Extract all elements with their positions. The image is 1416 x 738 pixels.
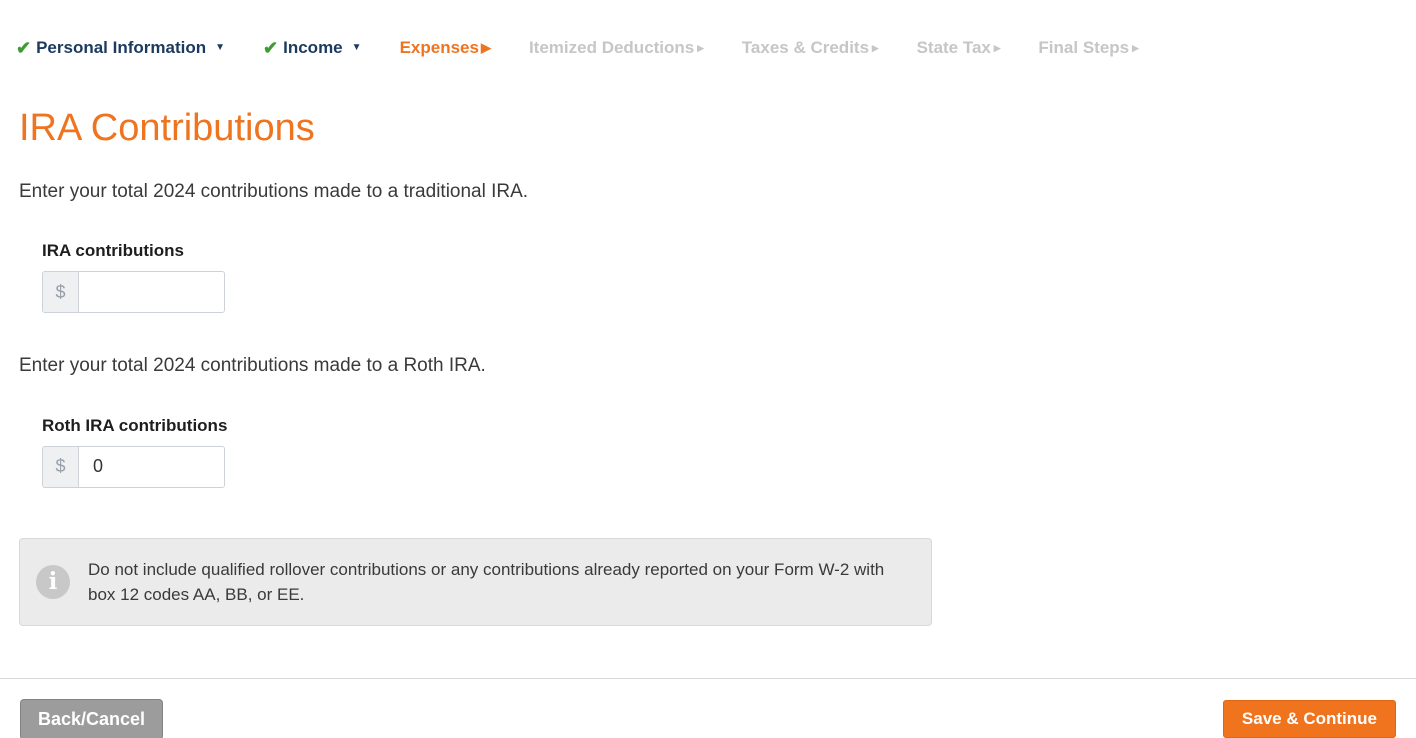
nav-item-itemized-deductions: Itemized Deductions ▸	[529, 38, 704, 58]
nav-item-label: Income	[283, 38, 343, 58]
arrow-right-icon: ▸	[872, 41, 879, 54]
progress-nav: ✔ Personal Information ▼ ✔ Income ▼ Expe…	[0, 0, 1416, 70]
save-continue-button[interactable]: Save & Continue	[1223, 700, 1396, 738]
back-cancel-button[interactable]: Back/Cancel	[20, 699, 163, 738]
nav-item-income[interactable]: ✔ Income ▼	[263, 38, 362, 58]
traditional-ira-label: IRA contributions	[42, 241, 1416, 261]
info-note: i Do not include qualified rollover cont…	[19, 538, 932, 626]
check-icon: ✔	[16, 39, 31, 57]
check-icon: ✔	[263, 39, 278, 57]
info-icon: i	[36, 565, 70, 599]
roth-ira-label: Roth IRA contributions	[42, 416, 1416, 436]
traditional-ira-input-group: $	[42, 271, 225, 313]
roth-ira-instruction: Enter your total 2024 contributions made…	[19, 353, 1416, 379]
info-note-text: Do not include qualified rollover contri…	[88, 557, 907, 607]
nav-item-label: Personal Information	[36, 38, 206, 58]
arrow-right-icon: ▸	[697, 41, 704, 54]
caret-down-icon: ▼	[215, 43, 225, 53]
nav-item-taxes-credits: Taxes & Credits ▸	[742, 38, 879, 58]
caret-down-icon: ▼	[352, 43, 362, 53]
nav-item-label: State Tax	[917, 38, 991, 58]
dollar-sign-prefix: $	[43, 447, 79, 487]
nav-item-final-steps: Final Steps ▸	[1038, 38, 1138, 58]
roth-ira-field-block: Roth IRA contributions $	[42, 416, 1416, 488]
footer-bar: Back/Cancel Save & Continue	[0, 679, 1416, 738]
arrow-right-icon: ▸	[994, 41, 1001, 54]
main-content: IRA Contributions Enter your total 2024 …	[0, 106, 1416, 626]
arrow-right-icon: ▸	[1132, 41, 1139, 54]
traditional-ira-field-block: IRA contributions $	[42, 241, 1416, 313]
nav-item-label: Expenses	[400, 38, 479, 58]
dollar-sign-prefix: $	[43, 272, 79, 312]
nav-item-label: Final Steps	[1038, 38, 1129, 58]
nav-item-label: Itemized Deductions	[529, 38, 694, 58]
roth-ira-input[interactable]	[79, 447, 224, 487]
nav-item-personal-information[interactable]: ✔ Personal Information ▼	[16, 38, 225, 58]
page-title: IRA Contributions	[19, 106, 1416, 152]
traditional-ira-instruction: Enter your total 2024 contributions made…	[19, 179, 1416, 205]
nav-item-label: Taxes & Credits	[742, 38, 869, 58]
nav-item-expenses[interactable]: Expenses ▶	[400, 38, 491, 58]
roth-ira-input-group: $	[42, 446, 225, 488]
nav-item-state-tax: State Tax ▸	[917, 38, 1001, 58]
traditional-ira-input[interactable]	[79, 272, 224, 312]
arrow-right-icon: ▶	[481, 41, 491, 54]
